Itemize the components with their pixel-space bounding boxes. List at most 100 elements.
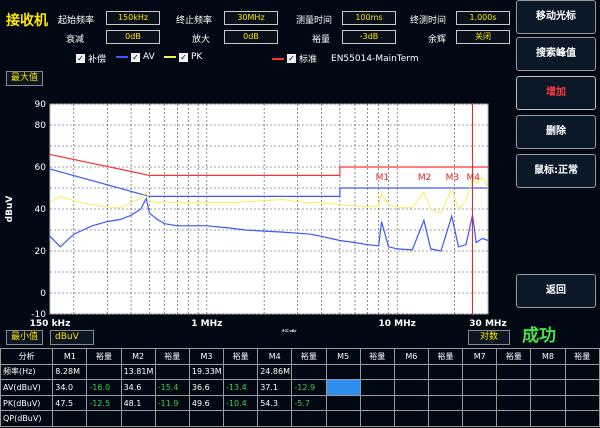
table-header-cell: 裕量 — [291, 348, 327, 365]
table-header-cell: M4 — [257, 348, 293, 365]
table-cell: -12.9 — [291, 379, 327, 396]
margin-label: 裕量 — [312, 35, 331, 45]
table-cell: -15.4 — [154, 379, 190, 396]
meas-time-label: 测量时间 — [296, 16, 333, 26]
back-button[interactable]: 返回 — [516, 274, 596, 308]
table-cell — [462, 410, 498, 427]
table-header-cell: M6 — [393, 348, 429, 365]
table-cell — [427, 410, 464, 427]
meas-time-field[interactable]: 100ms — [342, 11, 396, 25]
start-freq-label: 起始频率 — [58, 16, 95, 26]
table-cell: -5.7 — [291, 394, 327, 412]
amp-field[interactable]: 0dB — [224, 30, 278, 44]
table-cell — [496, 394, 532, 412]
x-tick-label: 150 kHz — [30, 319, 71, 329]
min-value-button[interactable]: 最小值 — [6, 330, 44, 345]
table-cell: -12.5 — [86, 394, 122, 412]
pk-checkbox[interactable]: ✓ — [179, 52, 188, 62]
table-cell — [427, 394, 464, 412]
table-cell — [325, 394, 361, 412]
y-tick-label: 60 — [35, 163, 47, 173]
unit-select[interactable]: dBuV — [50, 330, 94, 345]
table-cell — [564, 379, 600, 396]
delete-button[interactable]: 删除 — [516, 115, 596, 149]
table-cell — [496, 363, 532, 381]
table-cell — [52, 410, 88, 427]
app-title: 接收机 — [6, 13, 48, 29]
table-cell — [325, 379, 361, 396]
table-header-cell: M2 — [120, 348, 156, 365]
table-cell — [496, 379, 532, 396]
table-cell — [154, 410, 190, 427]
standard-swatch — [272, 57, 284, 60]
table-cell — [188, 410, 225, 427]
row-label: AV(dBuV) — [0, 379, 54, 396]
marker-label-m4: M4 — [466, 173, 480, 183]
table-cell — [359, 394, 395, 412]
stop-freq-field[interactable]: 30MHz — [224, 11, 278, 25]
table-cell — [325, 363, 361, 381]
av-checkbox[interactable]: ✓ — [131, 52, 140, 62]
av-swatch — [116, 56, 128, 58]
table-cell — [462, 394, 498, 412]
table-header-cell: M3 — [188, 348, 225, 365]
legend-av[interactable]: ✓ AV — [116, 52, 155, 62]
max-value-button[interactable]: 最大值 — [6, 71, 44, 86]
table-cell: -10.4 — [223, 394, 259, 412]
afterglow-label: 余辉 — [428, 35, 447, 45]
table-cell — [393, 410, 429, 427]
y-axis-label: dBuV — [5, 196, 15, 223]
legend-pk[interactable]: ✓ PK — [164, 52, 202, 62]
table-header-cell: 裕量 — [359, 348, 395, 365]
correction-checkbox[interactable]: ✓ — [76, 54, 85, 63]
table-cell — [427, 363, 464, 381]
table-cell — [86, 410, 122, 427]
table-cell — [530, 379, 566, 396]
search-peak-button[interactable]: 搜索峰值 — [516, 37, 596, 71]
stop-freq-label: 终止频率 — [176, 16, 213, 26]
legend-correction[interactable]: ✓ 补偿 — [76, 52, 106, 65]
table-cell — [462, 363, 498, 381]
table-cell — [120, 410, 156, 427]
table-cell: -11.9 — [154, 394, 190, 412]
table-header-cell: 裕量 — [154, 348, 190, 365]
table-cell — [530, 394, 566, 412]
table-header-cell: 裕量 — [496, 348, 532, 365]
marker-table: 分析 M1 裕量 M2 裕量 M3 裕量 M4 裕量 M5 裕量 M6 裕量 M7 裕量 M8 裕量 频率(Hz)… — [0, 348, 600, 427]
start-freq-field[interactable]: 150kHz — [106, 11, 160, 25]
marker-label-m2: M2 — [418, 173, 432, 183]
legend-standard[interactable]: ✓ 标准 EN55014-MainTerm — [272, 52, 419, 65]
table-header-cell: M8 — [530, 348, 566, 365]
scale-type-button[interactable]: 对数 — [468, 330, 510, 345]
table-cell: 48.1 — [120, 394, 156, 412]
table-cell — [530, 363, 566, 381]
table-cell: -13.4 — [223, 379, 259, 396]
table-cell — [496, 410, 532, 427]
table-cell — [564, 410, 600, 427]
spectrum-chart[interactable]: 90806040200-10150 kHz 1 MHz 10 MHz 30 MHzdB… — [0, 92, 510, 332]
pk-swatch — [164, 56, 176, 58]
table-cell — [359, 379, 395, 396]
table-cell — [359, 363, 395, 381]
table-header-cell: M1 — [52, 348, 88, 365]
table-cell — [393, 379, 429, 396]
table-header-cell: 裕量 — [86, 348, 122, 365]
table-cell — [530, 410, 566, 427]
add-button[interactable]: 增加 — [516, 76, 596, 110]
table-cell — [359, 410, 395, 427]
table-cell — [393, 363, 429, 381]
table-cell — [223, 363, 259, 381]
move-cursor-button[interactable]: 移动光标 — [516, 0, 596, 34]
table-header-cell: 裕量 — [564, 348, 600, 365]
pk-label: PK — [191, 52, 203, 62]
table-cell: 8.28M — [52, 363, 88, 381]
cursor-mode-button[interactable]: 鼠标:正常 — [516, 154, 596, 188]
standard-label: 标准 — [299, 55, 318, 65]
x-tick-label: 30 MHz — [469, 319, 506, 329]
standard-checkbox[interactable]: ✓ — [287, 54, 296, 63]
marker-label-m3: M3 — [446, 173, 460, 183]
final-time-field[interactable]: 1.000s — [456, 11, 510, 25]
afterglow-field[interactable]: 关闭 — [456, 30, 510, 44]
atten-field[interactable]: 0dB — [106, 30, 160, 44]
margin-field[interactable]: -3dB — [342, 30, 396, 44]
